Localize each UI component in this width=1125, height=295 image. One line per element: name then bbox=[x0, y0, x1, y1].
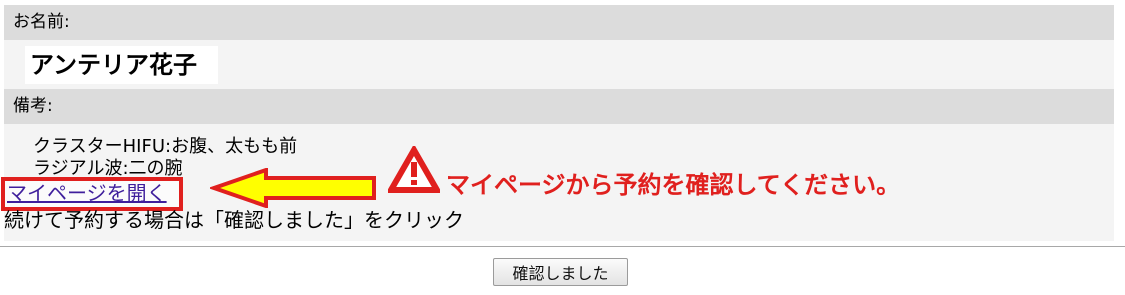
instructions-text: 続けて予約する場合は「確認しました」をクリック bbox=[4, 208, 464, 232]
warning-icon bbox=[388, 146, 440, 193]
name-value: アンテリア花子 bbox=[30, 51, 198, 79]
warning-message: マイページから予約を確認してください。 bbox=[446, 171, 901, 199]
confirm-button[interactable]: 確認しました bbox=[493, 258, 628, 286]
confirmation-page: お名前: アンテリア花子 備考: クラスターHIFU:お腹、太もも前 ラジアル波… bbox=[0, 0, 1125, 295]
notes-label: 備考: bbox=[4, 89, 1114, 124]
mypage-link[interactable]: マイページを開く bbox=[7, 180, 167, 206]
name-label: お名前: bbox=[4, 5, 1114, 40]
notes-line: クラスターHIFU:お腹、太もも前 bbox=[33, 136, 298, 157]
divider bbox=[0, 246, 1125, 247]
left-arrow-icon bbox=[210, 168, 376, 208]
